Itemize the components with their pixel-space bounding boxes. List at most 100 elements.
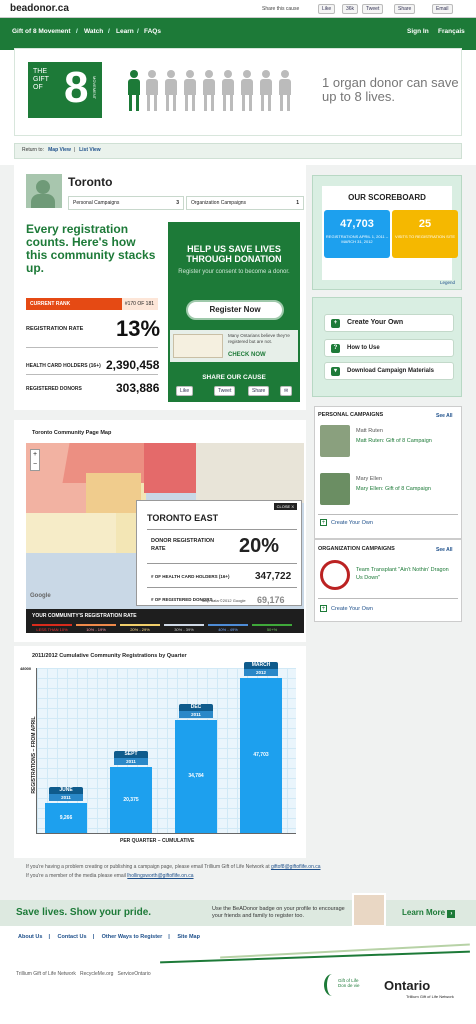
download-icon: ▾ <box>331 367 340 376</box>
registrations-score: 47,703 REGISTRATIONS APRIL 1, 2011 – MAR… <box>324 210 390 258</box>
bar-category-tag: DEC 2011 <box>179 704 213 718</box>
list-view-link[interactable]: List View <box>79 147 101 153</box>
nav-gift-of-8[interactable]: Gift of 8 Movement <box>12 28 71 35</box>
recycleme-link[interactable]: RecycleMe.org <box>80 971 113 977</box>
personal-campaigns-title: PERSONAL CAMPAIGNS <box>318 412 384 418</box>
matt-ruten-avatar[interactable] <box>320 425 350 457</box>
x-axis-label: PER QUARTER – CUMULATIVE <box>120 838 195 844</box>
arrow-right-icon: › <box>447 910 456 918</box>
bar-category-tag: SEPT 2011 <box>114 751 148 765</box>
mary-ellen-avatar[interactable] <box>320 473 350 505</box>
learn-more-link[interactable]: Learn More › <box>402 908 456 918</box>
holders-value: 2,390,458 <box>106 358 160 372</box>
tweet-button[interactable]: Tweet <box>362 4 384 14</box>
gift-of-8-logo: THE GIFT OF 8 MOVEMENT <box>28 62 102 118</box>
create-personal-link[interactable]: + Create Your Own <box>320 519 373 526</box>
media-email-link[interactable]: lhollingsworth@giftoflife.on.ca <box>127 873 193 879</box>
linkedin-share-button[interactable]: Share <box>394 4 416 14</box>
team-transplant-link[interactable]: Team Transplant "Ain't Nothin' Dragon Us… <box>356 566 456 582</box>
scoreboard-title: OUR SCOREBOARD <box>348 193 426 202</box>
help-email-icon[interactable]: ✉ <box>280 386 292 396</box>
donors-value: 303,886 <box>116 381 160 395</box>
bar-value-label: 20,375 <box>123 797 139 803</box>
download-materials-button[interactable]: ▾ Download Campaign Materials <box>324 362 454 380</box>
reg-rate-label: REGISTRATION RATE <box>26 326 84 332</box>
footer-sitemap-link[interactable]: Site Map <box>177 934 200 940</box>
help-like-button[interactable]: Like <box>176 386 194 396</box>
current-rank-bar: CURRENT RANK #170 OF 181 <box>26 298 158 310</box>
mary-ellen-campaign-link[interactable]: Mary Ellen: Gift of 8 Campaign <box>356 485 446 493</box>
nav-watch[interactable]: Watch <box>84 28 103 35</box>
media-note: If you're a member of the media please e… <box>26 873 194 879</box>
help-icon: ? <box>331 344 340 353</box>
promo-photo <box>352 893 386 927</box>
bar-month-label: MARCH <box>251 662 271 668</box>
plus-icon: + <box>320 519 327 526</box>
plus-icon: + <box>320 605 327 612</box>
matt-ruten-campaign-link[interactable]: Matt Ruten: Gift of 8 Campaign <box>356 437 446 445</box>
how-to-use-button[interactable]: ? How to Use <box>324 339 454 357</box>
nav-learn[interactable]: Learn <box>116 28 134 35</box>
footer-contact-link[interactable]: Contact Us <box>58 934 87 940</box>
org-see-all-link[interactable]: See All <box>436 547 453 553</box>
check-registration-box: Many Ontarians believe they're registere… <box>170 330 298 362</box>
promo-text: Use the BeADonor badge on your profile t… <box>212 906 345 919</box>
bar-value-label: 34,784 <box>188 773 204 779</box>
support-email-link[interactable]: giftof8@giftoflife.on.ca <box>271 864 321 870</box>
zoom-control[interactable]: + − <box>30 449 40 471</box>
gift-of-life-logo: Gift of Life Don de vie <box>322 974 372 1008</box>
sign-in-link[interactable]: Sign In <box>407 28 429 35</box>
bar-year-label: 2012 <box>244 669 278 676</box>
registration-form-image <box>173 334 223 358</box>
help-tweet-button[interactable]: Tweet <box>214 386 236 396</box>
team-transplant-logo[interactable] <box>320 560 350 590</box>
help-subtitle: Register your consent to become a donor. <box>178 269 290 275</box>
close-popup-button[interactable]: CLOSE X <box>273 503 297 510</box>
check-now-link[interactable]: CHECK NOW <box>228 352 266 358</box>
donors-label: REGISTERED DONORS <box>26 386 82 392</box>
org-campaigns-title: ORGANIZATION CAMPAIGNS <box>318 546 395 552</box>
share-our-cause-title: SHARE OUR CAUSE <box>202 374 266 381</box>
map-info-popup: CLOSE X TORONTO EAST DONOR REGISTRATION … <box>136 500 302 606</box>
bar-category-tag: JUNE 2011 <box>49 787 83 801</box>
nav-faqs[interactable]: FAQs <box>144 28 161 35</box>
serviceontario-link[interactable]: ServiceOntario <box>118 971 151 977</box>
footer-swoosh <box>0 943 476 966</box>
create-your-own-button[interactable]: + Create Your Own <box>324 314 454 332</box>
return-label: Return to: <box>22 147 44 153</box>
legend-link[interactable]: Legend <box>440 280 455 285</box>
create-org-link[interactable]: + Create Your Own <box>320 605 373 612</box>
site-logo[interactable]: beadonor.ca <box>10 3 69 14</box>
language-toggle[interactable]: Français <box>438 28 465 35</box>
bar-year-label: 2011 <box>179 711 213 718</box>
map-view-link[interactable]: Map View <box>48 147 71 153</box>
promo-title: Save lives. Show your pride. <box>16 907 152 918</box>
reg-rate-value: 13% <box>116 316 161 341</box>
facebook-like-button[interactable]: Like <box>318 4 336 14</box>
community-name: Toronto <box>68 175 113 189</box>
email-button[interactable]: Email <box>432 4 453 14</box>
bar-category-tag: MARCH 2012 <box>244 662 278 676</box>
plus-icon: + <box>331 319 340 328</box>
tab-personal-campaigns[interactable]: Personal Campaigns 3 <box>68 196 184 210</box>
personal-see-all-link[interactable]: See All <box>436 413 453 419</box>
y-axis-max-label: 48000 <box>20 666 32 671</box>
footer-about-link[interactable]: About Us <box>18 934 42 940</box>
share-label: Share this cause <box>262 6 300 12</box>
tgln-link[interactable]: Trillium Gift of Life Network <box>16 971 76 977</box>
bar-year-label: 2011 <box>114 758 148 765</box>
tab-organization-campaigns[interactable]: Organization Campaigns 1 <box>186 196 304 210</box>
register-now-button[interactable]: Register Now <box>186 300 284 320</box>
bar-value-label: 47,703 <box>253 752 269 758</box>
like-count: 36k <box>342 4 359 14</box>
footer-other-ways-link[interactable]: Other Ways to Register <box>102 934 163 940</box>
help-share-button[interactable]: Share <box>248 386 270 396</box>
map-title: Toronto Community Page Map <box>32 430 112 436</box>
community-headline: Every registration counts. Here's how th… <box>26 222 156 275</box>
chart-title: 2011/2012 Cumulative Community Registrat… <box>32 653 187 659</box>
holders-label: HEALTH CARD HOLDERS (16+) <box>26 363 101 369</box>
bar-value-label: 9,266 <box>59 815 73 821</box>
bar-month-label: SEPT <box>124 751 138 757</box>
main-nav <box>0 18 476 50</box>
bar-month-label: DEC <box>190 704 202 710</box>
